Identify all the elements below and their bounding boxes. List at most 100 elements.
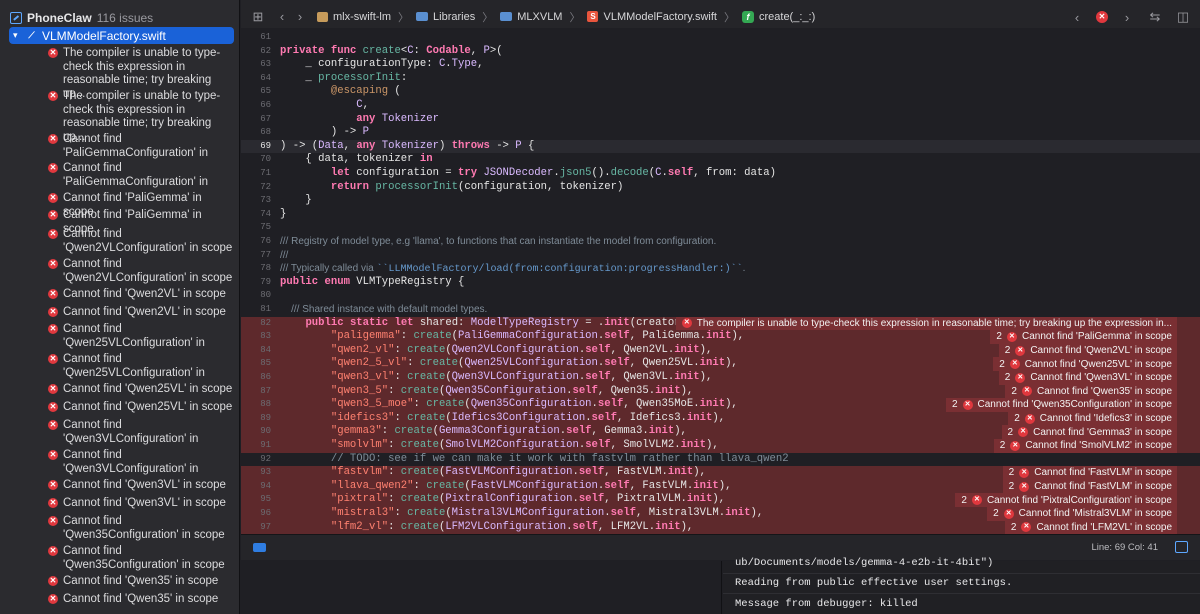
breadcrumb-function[interactable]: f create(_:_:) [741,10,815,23]
code-line[interactable]: 86 "qwen3_vl": create(Qwen3VLConfigurati… [241,371,1200,385]
code-line[interactable]: 62 private func create<C: Codable, P>( [241,45,1200,59]
code-line[interactable]: 65 @escaping ( [241,85,1200,99]
hide-console-icon[interactable] [1175,541,1188,553]
code-line[interactable]: 75 [241,221,1200,235]
inline-error-annotation[interactable]: 2 ✕ Cannot find 'Qwen3VL' in scope [998,371,1177,385]
chevron-down-icon[interactable]: ▾ [13,30,21,41]
variables-view[interactable] [241,561,722,614]
code-line[interactable]: 77 /// [241,249,1200,263]
code-line[interactable]: 94 "llava_qwen2": create(FastVLMConfigur… [241,479,1200,494]
code-line[interactable]: 66 C, [241,99,1200,113]
issue-item[interactable]: ✕ Cannot find 'PaliGemmaConfiguration' in [48,162,234,190]
code-line[interactable]: 97 "lfm2_vl": create(LFM2VLConfiguration… [241,520,1200,534]
project-row[interactable]: PhoneClaw 116 issues [10,10,153,26]
code-line[interactable]: 61 [241,31,1200,45]
code-line[interactable]: 79 public enum VLMTypeRegistry { [241,276,1200,290]
code-line[interactable]: 87 "qwen3_5": create(Qwen35Configuration… [241,384,1200,399]
code-line[interactable]: 78 /// Typically called via ``LLMModelFac… [241,262,1200,276]
inline-error-annotation[interactable]: 2 ✕ Cannot find 'Idefics3' in scope [1008,411,1177,426]
inline-error-annotation[interactable]: 2 ✕ Cannot find 'Gemma3' in scope [1001,425,1177,439]
code-line[interactable]: 92 // TODO: see if we can make it work w… [241,453,1200,467]
debug-console[interactable]: ub/Documents/models/gemma-4-e2b-it-4bit"… [723,557,1200,614]
issue-item[interactable]: ✕ Cannot find 'Qwen35Configuration' in sc… [48,545,234,573]
code-line[interactable]: 64 _ processorInit: [241,72,1200,86]
breadcrumb-file[interactable]: S VLMModelFactory.swift [587,11,717,23]
code-line[interactable]: 68 ) -> P [241,126,1200,140]
code-line[interactable]: 72 return processorInit(configuration, t… [241,181,1200,195]
error-badge-icon[interactable]: ✕ [1096,11,1108,23]
issue-item[interactable]: ✕ Cannot find 'Qwen25VL' in scope [48,401,234,417]
split-editor-icon[interactable]: ◫ [1174,9,1192,25]
inline-error-annotation[interactable]: 2 ✕ Cannot find 'SmolVLM2' in scope [993,439,1177,453]
issue-item[interactable]: ✕ Cannot find 'Qwen2VL' in scope [48,306,234,322]
code-line[interactable]: 95 "pixtral": create(PixtralConfiguratio… [241,493,1200,507]
issue-item[interactable]: ✕ Cannot find 'PaliGemma' in scope [48,209,234,235]
back-arrow-icon[interactable]: ‹ [273,9,291,24]
issue-item[interactable]: ✕ Cannot find 'Qwen3VL' in scope [48,479,234,495]
inline-error-annotation[interactable]: 2 ✕ Cannot find 'LFM2VL' in scope [1004,520,1177,534]
code-line[interactable]: 71 let configuration = try JSONDecoder.j… [241,167,1200,181]
breadcrumb-folder-libraries[interactable]: Libraries [416,11,475,23]
line-number: 64 [260,72,271,83]
inline-error-annotation[interactable]: 2 ✕ Cannot find 'Qwen35' in scope [1005,384,1177,399]
code-line[interactable]: 69) -> (Data, any Tokenizer) throws -> P… [241,139,1200,154]
issue-item[interactable]: ✕ Cannot find 'Qwen3VL' in scope [48,497,234,513]
issue-item[interactable]: ✕ Cannot find 'Qwen25VL' in scope [48,383,234,399]
code-line[interactable]: 80 [241,289,1200,303]
error-icon: ✕ [48,384,58,394]
code-line[interactable]: 70 { data, tokenizer in [241,153,1200,167]
source-editor[interactable]: 61 62 private func create<C: Codable, P>(6… [241,28,1200,534]
code-line[interactable]: 81 /// Shared instance with default mode… [241,303,1200,317]
issue-item[interactable]: ✕ Cannot find 'Qwen2VL' in scope [48,288,234,304]
issue-item[interactable]: ✕ Cannot find 'PaliGemma' in scope [48,192,234,218]
inline-error-annotation[interactable]: 2 ✕ Cannot find 'Mistral3VLM' in scope [987,507,1177,521]
issue-item[interactable]: ✕ Cannot find 'Qwen35' in scope [48,575,234,591]
inline-error-annotation[interactable]: ✕ The compiler is unable to type-check th… [675,316,1177,331]
inline-error-annotation[interactable]: 2 ✕ Cannot find 'FastVLM' in scope [1002,479,1177,494]
issue-item[interactable]: ✕ The compiler is unable to type-check th… [48,90,234,143]
issue-item[interactable]: ✕ Cannot find 'Qwen3VLConfiguration' in [48,419,234,447]
issue-item[interactable]: ✕ The compiler is unable to type-check th… [48,47,234,100]
next-issue-icon[interactable]: › [1118,10,1136,25]
breadcrumb-package[interactable]: mlx-swift-lm [317,11,391,23]
inline-error-annotation[interactable]: 2 ✕ Cannot find 'Qwen35Configuration' in s… [945,398,1177,412]
issue-item[interactable]: ✕ Cannot find 'Qwen25VLConfiguration' in [48,353,234,381]
error-icon: ✕ [48,354,58,364]
code-line[interactable]: 85 "qwen2_5_vl": create(Qwen25VLConfigur… [241,357,1200,371]
grid-icon[interactable]: ⊞ [249,9,267,25]
inline-error-annotation[interactable]: 2 ✕ Cannot find 'Qwen25VL' in scope [993,357,1177,371]
related-items-icon[interactable]: ⇆ [1146,9,1164,25]
issue-item[interactable]: ✕ Cannot find 'Qwen35Configuration' in sc… [48,515,234,543]
code-line[interactable]: 84 "qwen2_vl": create(Qwen2VLConfigurati… [241,343,1200,358]
code-line[interactable]: 89 "idefics3": create(Idefics3Configurat… [241,411,1200,426]
previous-issue-icon[interactable]: ‹ [1068,10,1086,25]
code-line[interactable]: 93 "fastvlm": create(FastVLMConfiguratio… [241,466,1200,480]
inline-error-annotation[interactable]: 2 ✕ Cannot find 'PaliGemma' in scope [990,330,1177,344]
code-line[interactable]: 63 _ configurationType: C.Type, [241,58,1200,72]
issue-item[interactable]: ✕ Cannot find 'Qwen2VLConfiguration' in s… [48,228,234,256]
issue-item[interactable]: ✕ Cannot find 'Qwen25VLConfiguration' in [48,323,234,351]
issue-item[interactable]: ✕ Cannot find 'PaliGemmaConfiguration' in [48,133,234,161]
breadcrumb-folder-mlxvlm[interactable]: MLXVLM [500,11,562,23]
code-line[interactable]: 90 "gemma3": create(Gemma3Configuration.… [241,425,1200,439]
line-number: 94 [260,480,271,491]
inline-error-annotation[interactable]: 2 ✕ Cannot find 'FastVLM' in scope [1002,466,1177,480]
toggle-debug-area-icon[interactable] [253,543,266,552]
issue-item[interactable]: ✕ Cannot find 'Qwen3VLConfiguration' in [48,449,234,477]
code-line[interactable]: 88 "qwen3_5_moe": create(Qwen35Configura… [241,398,1200,412]
code-line[interactable]: 76 /// Registry of model type, e.g 'llama… [241,235,1200,249]
inline-error-annotation[interactable]: 2 ✕ Cannot find 'Qwen2VL' in scope [998,343,1177,358]
code-line[interactable]: 91 "smolvlm": create(SmolVLM2Configurati… [241,439,1200,453]
issue-item[interactable]: ✕ Cannot find 'Qwen2VLConfiguration' in s… [48,258,234,286]
issue-message: Cannot find 'Qwen25VLConfiguration' in [63,353,205,379]
code-line[interactable]: 96 "mistral3": create(Mistral3VLMConfigu… [241,507,1200,521]
code-line[interactable]: 74} [241,208,1200,222]
inline-error-annotation[interactable]: 2 ✕ Cannot find 'PixtralConfiguration' in … [955,493,1177,507]
code-line[interactable]: 73 } [241,194,1200,208]
file-issue-group[interactable]: ▾ ⟋ VLMModelFactory.swift [9,27,234,44]
forward-arrow-icon[interactable]: › [291,9,309,24]
code-line[interactable]: 82 public static let shared: ModelTypeRe… [241,316,1200,331]
error-message: Cannot find 'FastVLM' in scope [1034,467,1172,479]
code-line[interactable]: 67 any Tokenizer [241,113,1200,127]
code-line[interactable]: 83 "paligemma": create(PaliGemmaConfigur… [241,330,1200,344]
